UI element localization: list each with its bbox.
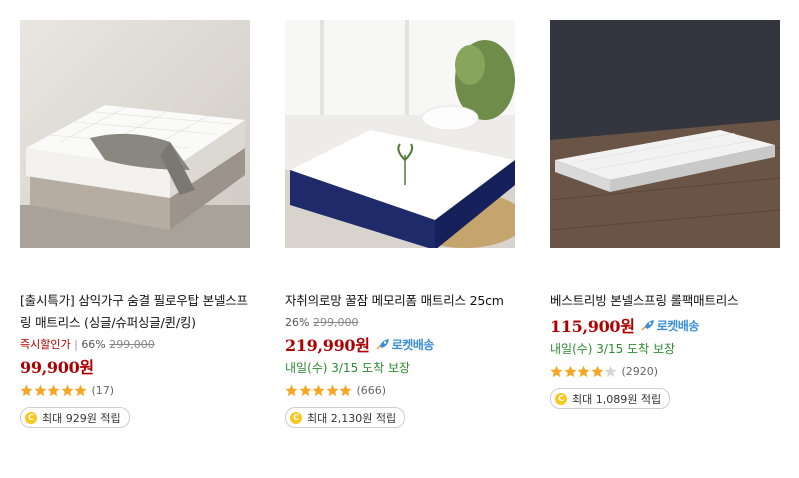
star-icon — [564, 365, 576, 377]
star-icon-empty — [604, 365, 617, 377]
rocket-delivery-badge: 로켓배송 — [641, 317, 699, 334]
star-icon — [74, 384, 87, 396]
star-icon — [591, 365, 603, 377]
review-count: (2920) — [621, 364, 659, 378]
rocket-label: 로켓배송 — [656, 318, 700, 333]
rocket-label: 로켓배송 — [391, 337, 435, 352]
rating: (17) — [20, 381, 250, 399]
delivery-date: 내일(수) 3/15 도착 보장 — [285, 361, 411, 375]
discount-rate: 66% — [81, 338, 106, 351]
rating: (666) — [285, 381, 515, 399]
product-grid: [출시특가] 삼익가구 숨결 필로우탑 본넬스프링 매트리스 (싱글/슈퍼싱글/… — [0, 0, 799, 478]
discount-rate: 26% — [285, 316, 310, 329]
star-icon — [34, 384, 46, 396]
star-icon — [326, 384, 338, 396]
star-icon — [577, 365, 590, 377]
rating-stars — [550, 365, 618, 378]
cashback-text: 최대 929원 적립 — [42, 411, 121, 425]
price-row: 219,990원 로켓배송 — [285, 333, 515, 355]
rating-stars — [20, 384, 88, 397]
cashback-text: 최대 1,089원 적립 — [572, 392, 662, 406]
product-card[interactable]: 자취의로망 꿀잠 메모리폼 매트리스 25cm 26% 299,000 219,… — [285, 20, 515, 428]
star-icon — [312, 384, 325, 396]
star-icon — [299, 384, 311, 396]
cashback-badge: C 최대 2,130원 적립 — [285, 407, 406, 428]
coin-icon: C — [555, 392, 567, 405]
price-row: 115,900원 로켓배송 — [550, 314, 780, 336]
product-card[interactable]: [출시특가] 삼익가구 숨결 필로우탑 본넬스프링 매트리스 (싱글/슈퍼싱글/… — [20, 20, 250, 428]
cashback-text: 최대 2,130원 적립 — [307, 411, 397, 425]
star-icon — [20, 384, 33, 396]
sale-price: 99,900원 — [20, 358, 94, 377]
product-title[interactable]: 자취의로망 꿀잠 메모리폼 매트리스 25cm — [285, 290, 515, 312]
rocket-delivery-badge: 로켓배송 — [376, 336, 434, 353]
rating-stars — [285, 384, 353, 397]
star-icon — [550, 365, 563, 377]
delivery-date: 내일(수) 3/15 도착 보장 — [550, 342, 676, 356]
rocket-icon — [641, 320, 654, 331]
sale-price: 219,990원 — [285, 336, 370, 355]
product-image[interactable] — [285, 20, 515, 248]
review-count: (17) — [91, 383, 115, 397]
star-icon — [61, 384, 73, 396]
cashback-badge: C 최대 1,089원 적립 — [550, 388, 671, 409]
original-price: 299,000 — [312, 316, 359, 329]
promo-label: 즉시할인가 — [20, 338, 71, 351]
product-title[interactable]: [출시특가] 삼익가구 숨결 필로우탑 본넬스프링 매트리스 (싱글/슈퍼싱글/… — [20, 290, 250, 334]
coin-icon: C — [290, 411, 302, 424]
product-image[interactable] — [550, 20, 780, 248]
price-row: 99,900원 — [20, 355, 250, 377]
product-title[interactable]: 베스트리빙 본넬스프링 롤팩매트리스 — [550, 290, 780, 312]
cashback-badge: C 최대 929원 적립 — [20, 407, 130, 428]
discount-row: 즉시할인가 | 66% 299,000 — [20, 338, 155, 351]
original-price: 299,000 — [109, 338, 155, 351]
star-icon — [47, 384, 60, 396]
discount-row: 26% 299,000 — [285, 315, 515, 331]
star-icon — [285, 384, 298, 396]
product-image[interactable] — [20, 20, 250, 248]
review-count: (666) — [356, 383, 387, 397]
rating: (2920) — [550, 362, 780, 380]
star-icon — [339, 384, 352, 396]
coin-icon: C — [25, 411, 37, 424]
sale-price: 115,900원 — [550, 317, 635, 336]
product-card[interactable]: 베스트리빙 본넬스프링 롤팩매트리스 115,900원 로켓배송 내일(수) 3… — [550, 20, 780, 409]
rocket-icon — [376, 339, 389, 350]
